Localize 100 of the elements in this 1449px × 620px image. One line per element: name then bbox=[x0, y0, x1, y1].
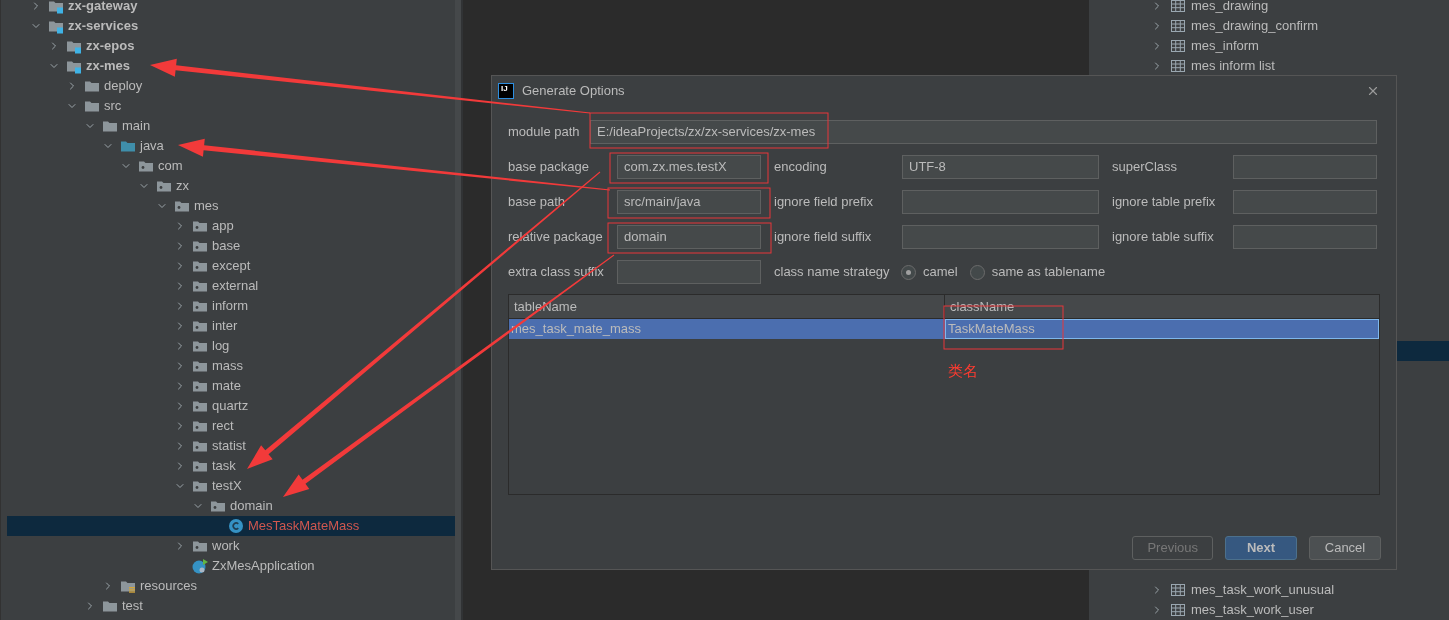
table-tree-row[interactable]: mes_drawing bbox=[1089, 0, 1449, 16]
tree-row[interactable]: deploy bbox=[7, 76, 455, 96]
window-title: Generate Options bbox=[522, 82, 625, 101]
text-field[interactable]: src/main/java bbox=[617, 190, 761, 214]
tree-row[interactable]: zx-mes bbox=[7, 56, 455, 76]
tree-item-label: except bbox=[212, 257, 251, 276]
tree-row[interactable]: base bbox=[7, 236, 455, 256]
tree-row[interactable]: statist bbox=[7, 436, 455, 456]
tree-row[interactable]: log bbox=[7, 336, 455, 356]
text-field[interactable]: UTF-8 bbox=[902, 155, 1099, 179]
tree-row[interactable]: quartz bbox=[7, 396, 455, 416]
field-label: base package bbox=[508, 158, 590, 177]
tree-item-label: resources bbox=[140, 577, 198, 596]
tree-row[interactable]: zx-gateway bbox=[7, 0, 455, 16]
tree-row[interactable]: except bbox=[7, 256, 455, 276]
radio-button[interactable] bbox=[969, 264, 985, 280]
tree-item-label: zx-gateway bbox=[68, 0, 138, 16]
radio-option[interactable]: same as tablename bbox=[969, 262, 1106, 282]
tree-row[interactable]: zx-epos bbox=[7, 36, 455, 56]
tree-row[interactable]: inform bbox=[7, 296, 455, 316]
table-icon bbox=[1171, 584, 1185, 596]
table-tree-row[interactable]: mes inform list bbox=[1089, 56, 1449, 76]
tree-item-label: quartz bbox=[212, 397, 249, 416]
tree-row[interactable]: java bbox=[7, 136, 455, 156]
tree-item-label: app bbox=[212, 217, 234, 236]
application-class-icon bbox=[192, 558, 208, 574]
field-label: ignore field prefix bbox=[774, 193, 874, 212]
tree-item-label: work bbox=[212, 537, 240, 556]
tree-item-label: zx-epos bbox=[86, 37, 135, 56]
tree-item-label: statist bbox=[212, 437, 246, 456]
table-tree-row[interactable]: mes_drawing_confirm bbox=[1089, 16, 1449, 36]
text-field[interactable]: E:/ideaProjects/zx/zx-services/zx-mes bbox=[590, 120, 1377, 144]
app-logo: IJ bbox=[498, 83, 514, 99]
tree-item-label: com bbox=[158, 157, 183, 176]
tree-item-label: MesTaskMateMass bbox=[248, 517, 360, 536]
annotation-text: 类名 bbox=[948, 361, 978, 381]
table-tree-row[interactable]: mes_task_work_unusual bbox=[1089, 580, 1449, 600]
tree-item-label: task bbox=[212, 457, 236, 476]
tree-row[interactable]: testX bbox=[7, 476, 455, 496]
table-tree-row[interactable]: mes_inform bbox=[1089, 36, 1449, 56]
field-label: class name strategy bbox=[774, 263, 891, 282]
module-folder-icon bbox=[48, 0, 64, 14]
tree-row[interactable]: work bbox=[7, 536, 455, 556]
tree-row[interactable]: app bbox=[7, 216, 455, 236]
tree-item-label: external bbox=[212, 277, 259, 296]
table-name: mes_inform bbox=[1191, 37, 1259, 56]
class-icon bbox=[228, 518, 244, 534]
close-icon[interactable] bbox=[1366, 84, 1380, 98]
tree-row[interactable]: ZxMesApplication bbox=[7, 556, 455, 576]
text-field[interactable] bbox=[902, 190, 1099, 214]
text-field[interactable]: domain bbox=[617, 225, 761, 249]
radio-button[interactable] bbox=[901, 264, 916, 280]
field-label: encoding bbox=[774, 158, 828, 177]
tree-item-label: inter bbox=[212, 317, 238, 336]
field-label: base path bbox=[508, 193, 567, 212]
text-field[interactable] bbox=[1233, 225, 1377, 249]
table-icon bbox=[1171, 60, 1185, 72]
tree-item-label: zx-services bbox=[68, 17, 139, 36]
text-field[interactable] bbox=[1233, 190, 1377, 214]
tree-row[interactable]: mes bbox=[7, 196, 455, 216]
tree-row[interactable]: external bbox=[7, 276, 455, 296]
tree-item-label: zx bbox=[176, 177, 189, 196]
field-label: ignore table prefix bbox=[1112, 193, 1217, 212]
tree-row[interactable]: src bbox=[7, 96, 455, 116]
table-tree-row[interactable]: mes_task_work_user bbox=[1089, 600, 1449, 620]
table-name: mes_drawing_confirm bbox=[1191, 17, 1319, 36]
tree-row[interactable]: rect bbox=[7, 416, 455, 436]
dialog-button[interactable]: Cancel bbox=[1309, 536, 1381, 560]
text-field[interactable] bbox=[617, 260, 761, 284]
tree-row[interactable]: zx-services bbox=[7, 16, 455, 36]
tree-item-label: src bbox=[104, 97, 122, 116]
table-name: mes_drawing bbox=[1191, 0, 1269, 16]
tree-item-label: base bbox=[212, 237, 241, 256]
tree-row[interactable]: com bbox=[7, 156, 455, 176]
field-label: module path bbox=[508, 123, 581, 142]
dialog-button[interactable]: Next bbox=[1225, 536, 1297, 560]
tree-item-label: zx-mes bbox=[86, 57, 131, 76]
tree-row[interactable]: inter bbox=[7, 316, 455, 336]
radio-option[interactable]: camel bbox=[901, 262, 958, 282]
tree-row[interactable]: mate bbox=[7, 376, 455, 396]
field-label: ignore field suffix bbox=[774, 228, 873, 247]
tree-item-label: domain bbox=[230, 497, 273, 516]
tree-row[interactable]: task bbox=[7, 456, 455, 476]
tree-row[interactable]: zx bbox=[7, 176, 455, 196]
text-field[interactable]: com.zx.mes.testX bbox=[617, 155, 761, 179]
table-cell-text: mes_task_mate_mass bbox=[510, 320, 643, 339]
tree-row[interactable]: main bbox=[7, 116, 455, 136]
text-field[interactable] bbox=[902, 225, 1099, 249]
table-name: mes inform list bbox=[1191, 57, 1275, 76]
text-field[interactable] bbox=[1233, 155, 1377, 179]
scrollbar-track[interactable] bbox=[455, 0, 463, 620]
tree-row[interactable]: test bbox=[7, 596, 455, 616]
table-icon bbox=[1171, 20, 1185, 32]
tree-row[interactable]: resources bbox=[7, 576, 455, 596]
field-label: ignore table suffix bbox=[1112, 228, 1215, 247]
tree-item-label: testX bbox=[212, 477, 242, 496]
tree-row[interactable]: mass bbox=[7, 356, 455, 376]
tree-item-label: mass bbox=[212, 357, 244, 376]
tree-row[interactable]: domain bbox=[7, 496, 455, 516]
tree-row[interactable]: MesTaskMateMass bbox=[7, 516, 455, 536]
